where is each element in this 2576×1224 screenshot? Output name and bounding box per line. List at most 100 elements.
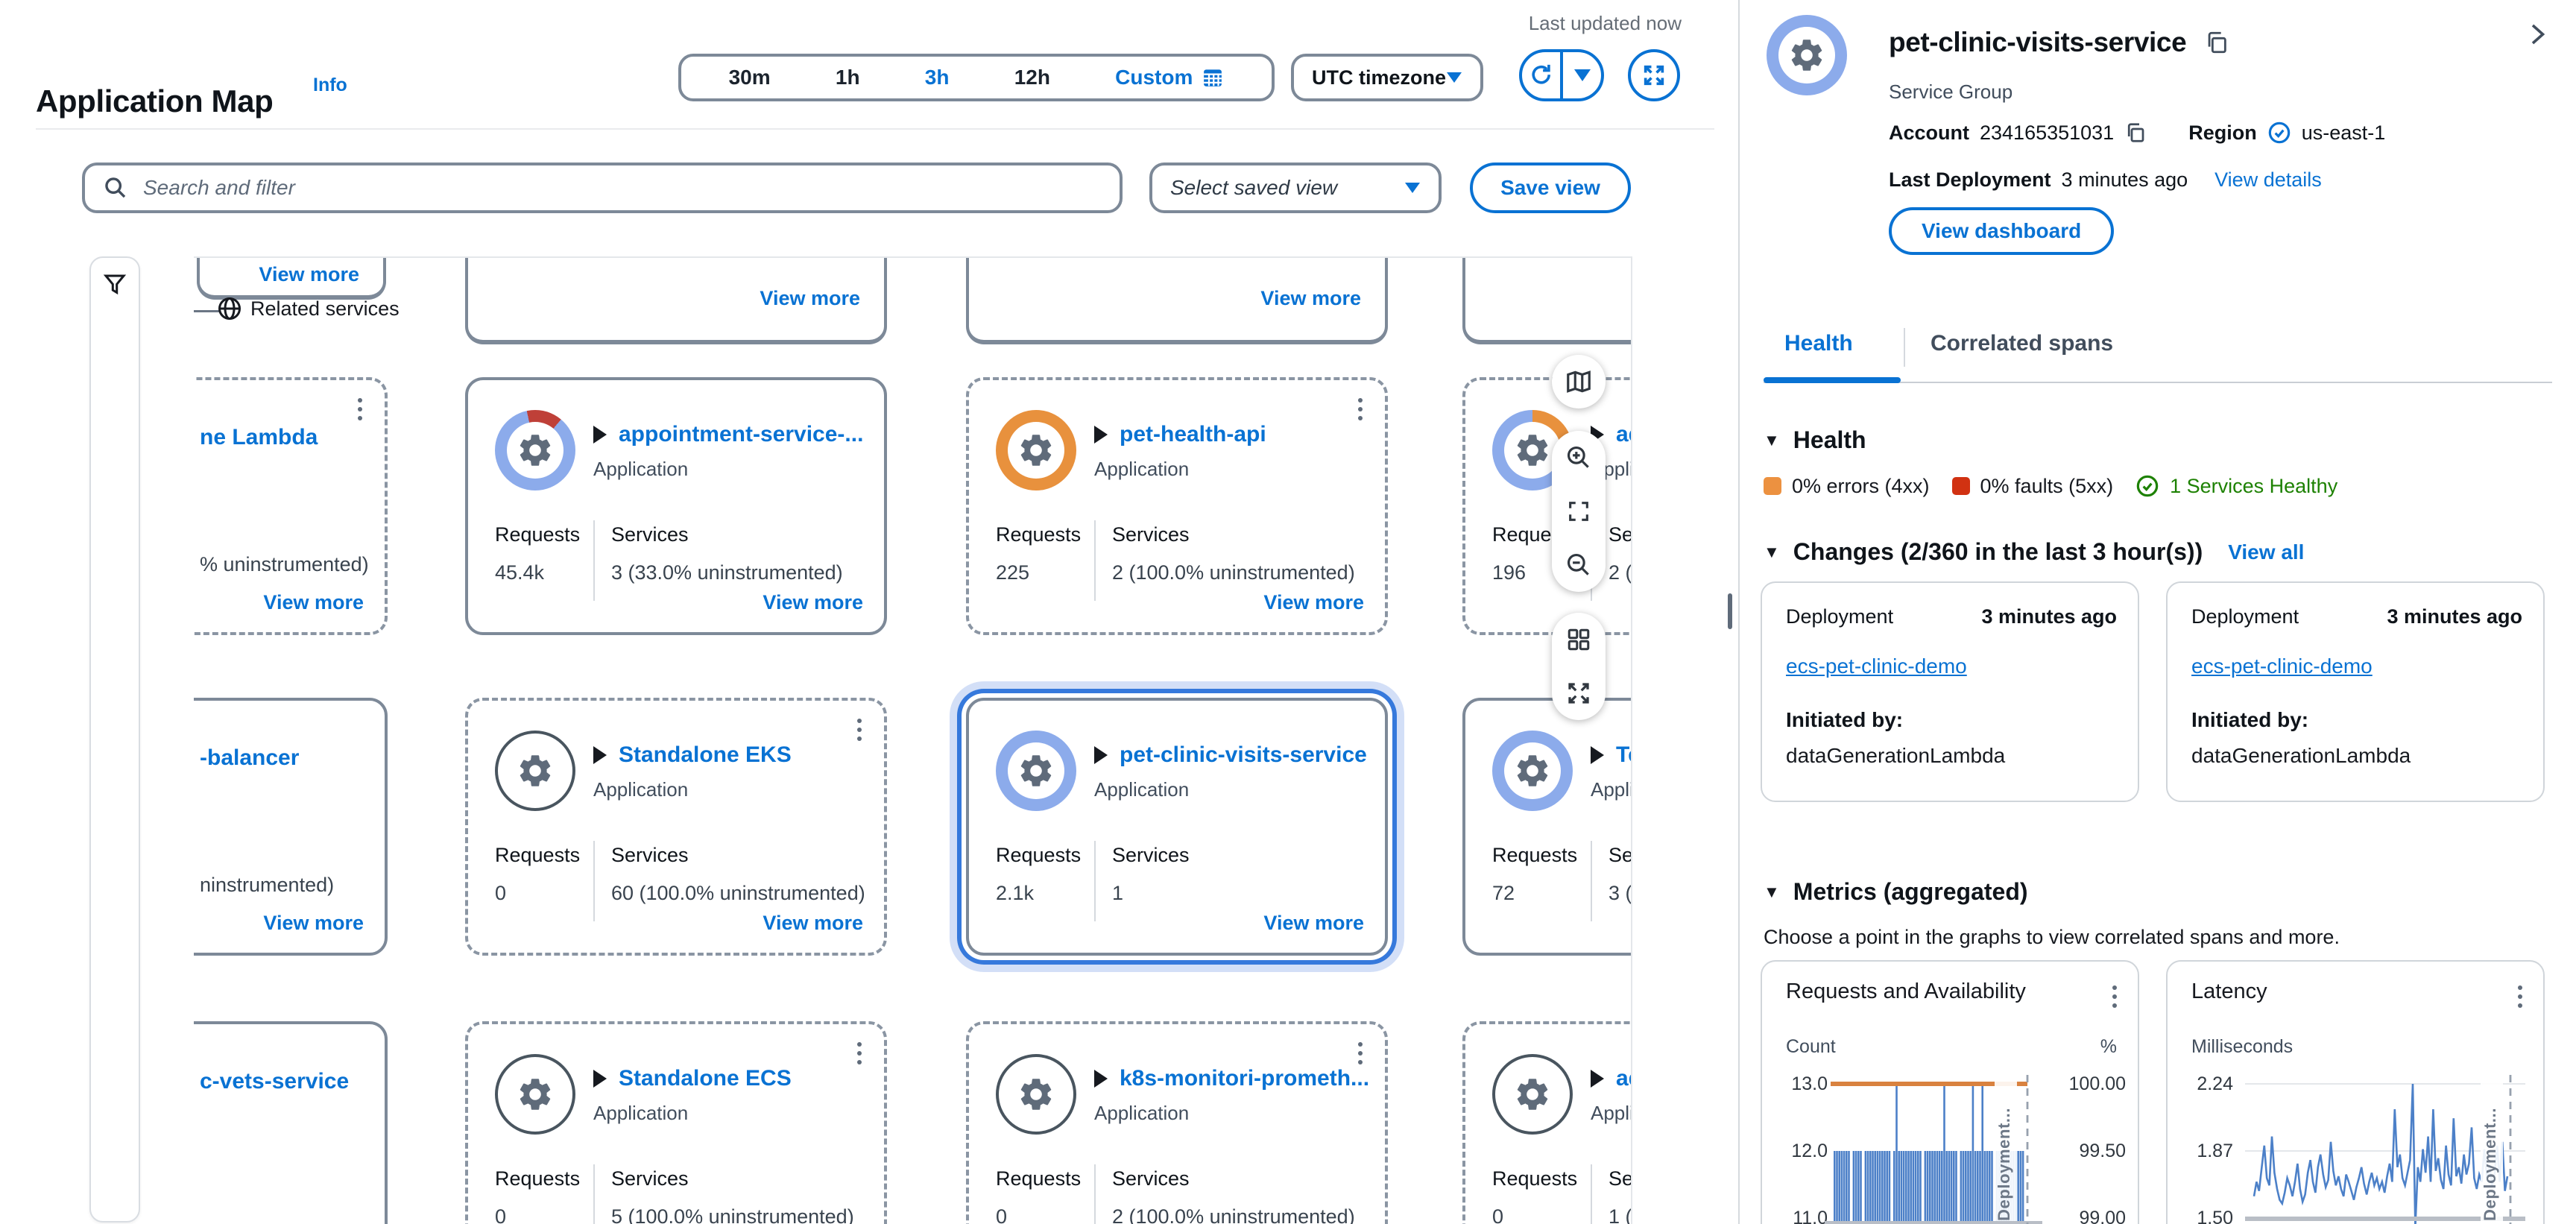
service-title-link[interactable]: pet-clinic-visits-service [1120,742,1367,768]
deployment-card-2[interactable]: Deployment3 minutes agoecs-pet-clinic-de… [2166,581,2545,802]
service-card-pet-clinic-visits-service[interactable]: pet-clinic-visits-serviceApplicationRequ… [966,698,1388,956]
saved-view-select[interactable]: Select saved view [1149,163,1442,213]
expand-triangle-icon[interactable] [1591,1070,1604,1088]
collapse-panel-button[interactable] [2524,21,2551,54]
fullscreen-brackets-icon [1566,499,1591,524]
view-more-link[interactable]: View more [263,912,364,935]
service-card-k8s-monitori-prometheus[interactable]: k8s-monitori-prometh...ApplicationReques… [966,1021,1388,1224]
card-menu-button[interactable] [1355,1039,1366,1067]
card-menu-button[interactable] [1355,395,1366,423]
services-stat: Services3 ( [1609,844,1632,905]
time-range-1h[interactable]: 1h [836,66,860,89]
view-more-link[interactable]: View more [760,287,860,310]
card-menu-button[interactable] [854,716,865,744]
service-card-appointment-service[interactable]: appointment-service-...ApplicationReques… [465,377,887,635]
time-range-30m[interactable]: 30m [729,66,771,89]
health-section-header[interactable]: ▼ Health [1764,426,1866,454]
copy-icon[interactable] [2204,30,2229,55]
tab-correlated-spans[interactable]: Correlated spans [1931,331,2113,356]
expand-triangle-icon[interactable] [1094,746,1108,764]
zoom-in-button[interactable] [1552,431,1606,485]
refresh-options-button[interactable] [1560,52,1601,98]
deployment-link[interactable]: ecs-pet-clinic-demo [1786,654,1967,678]
expand-layout-button[interactable] [1552,666,1606,720]
application-map-canvas[interactable]: Related services View moreView moreView … [194,256,1632,1224]
service-card-vets-service[interactable]: c-vets-service [194,1021,388,1224]
service-title-link[interactable]: Standalone EKS [619,742,792,768]
service-title-link[interactable]: c-vets-service [200,1069,349,1094]
tab-health[interactable]: Health [1784,331,1853,356]
expand-triangle-icon[interactable] [593,746,607,764]
service-card-load-balancer[interactable]: -balancerninstrumented)View more [194,698,388,956]
expand-triangle-icon[interactable] [1094,1070,1108,1088]
panel-resize-handle[interactable] [1728,593,1732,629]
requests-value: 225 [996,561,1081,584]
metrics-section-header[interactable]: ▼ Metrics (aggregated) [1764,878,2028,906]
zoom-out-button[interactable] [1552,538,1606,592]
service-card-top-card-3[interactable]: View more [966,256,1388,344]
service-title-link[interactable]: Te [1616,742,1632,768]
deployment-link[interactable]: ecs-pet-clinic-demo [2191,654,2373,678]
chart-card-requests-availability[interactable]: Requests and AvailabilityCount%13.012.01… [1761,960,2139,1224]
service-title-link[interactable]: Standalone ECS [619,1066,792,1091]
expand-triangle-icon[interactable] [593,426,607,444]
change-type-label: Deployment [1786,605,1893,628]
view-more-link[interactable]: View more [1263,912,1364,935]
service-title-link[interactable]: -balancer [200,745,299,771]
expand-triangle-icon[interactable] [593,1070,607,1088]
requests-stat: Requests0 [495,844,580,905]
stat-divider [1591,1164,1592,1224]
card-menu-button[interactable] [355,395,365,423]
fit-to-screen-button[interactable] [1552,485,1606,538]
service-title-link[interactable]: ne Lambda [200,425,318,450]
time-range-12h[interactable]: 12h [1014,66,1050,89]
service-title-link[interactable]: k8s-monitori-prometh... [1120,1066,1369,1091]
chart-card-latency[interactable]: LatencyMilliseconds2.241.871.50Deploymen… [2166,960,2545,1224]
chart-plot[interactable] [1762,1066,2139,1224]
service-card-top-card-2[interactable]: View more [465,256,887,344]
expand-triangle-icon[interactable] [1591,746,1604,764]
service-card-pet-health-api[interactable]: pet-health-apiApplicationRequests225Serv… [966,377,1388,635]
service-card-top-card-4[interactable] [1462,256,1632,344]
view-all-link[interactable]: View all [2228,540,2304,564]
card-menu-button[interactable] [854,1039,865,1067]
view-dashboard-button[interactable]: View dashboard [1889,207,2114,255]
info-link[interactable]: Info [313,75,347,96]
services-stat: Services5 (100.0% uninstrumented) [611,1167,854,1224]
search-input[interactable] [140,174,1102,201]
service-card-right-edge-card-2[interactable]: TeApplicationRequests72Services3 ( [1462,698,1632,956]
copy-icon[interactable] [2124,122,2147,144]
deployment-card-1[interactable]: Deployment3 minutes agoecs-pet-clinic-de… [1761,581,2139,802]
view-more-link[interactable]: View more [1260,287,1361,310]
time-range-3h[interactable]: 3h [925,66,950,89]
grid-layout-button[interactable] [1552,613,1606,666]
save-view-button[interactable]: Save view [1470,163,1631,213]
page-title: Application Map [36,83,273,119]
service-title-link[interactable]: ad [1616,1066,1632,1091]
fullscreen-button[interactable] [1628,49,1680,101]
service-card-right-edge-card-1[interactable]: adApplicationRequests196Services2 ( [1462,377,1632,635]
expand-triangle-icon[interactable] [1094,426,1108,444]
refresh-button[interactable] [1522,52,1560,98]
view-more-link[interactable]: View more [763,591,863,614]
chart-menu-button[interactable] [2109,982,2120,1011]
view-more-link[interactable]: View more [1263,591,1364,614]
minimap-toggle-button[interactable] [1552,355,1606,408]
service-card-standalone-lambda[interactable]: ne Lambda% uninstrumented)View more [194,377,388,635]
service-title-link[interactable]: pet-health-api [1120,422,1266,447]
view-more-link[interactable]: View more [763,912,863,935]
view-more-link[interactable]: View more [259,263,359,286]
view-details-link[interactable]: View details [2214,168,2322,192]
service-card-standalone-ecs[interactable]: Standalone ECSApplicationRequests0Servic… [465,1021,887,1224]
service-card-top-card-1[interactable]: View more [197,256,386,300]
changes-section-header[interactable]: ▼ Changes (2/360 in the last 3 hour(s)) … [1764,538,2304,566]
service-title-link[interactable]: appointment-service-... [619,422,863,447]
chart-menu-button[interactable] [2515,982,2525,1011]
timezone-select[interactable]: UTC timezone [1291,54,1483,101]
map-filter-side-panel[interactable] [89,256,140,1223]
service-card-standalone-eks[interactable]: Standalone EKSApplicationRequests0Servic… [465,698,887,956]
time-range-custom[interactable]: Custom [1115,66,1224,89]
service-card-right-edge-card-3[interactable]: adApplicationRequests0Services1 ( [1462,1021,1632,1224]
service-title-link[interactable]: ad [1616,422,1632,447]
view-more-link[interactable]: View more [263,591,364,614]
